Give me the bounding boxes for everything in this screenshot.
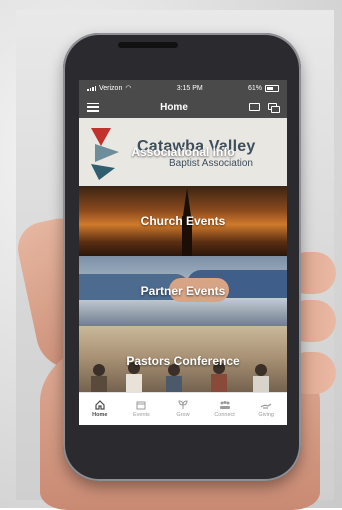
nav-home[interactable]: Home [81, 400, 119, 418]
nav-giving[interactable]: Giving [247, 400, 285, 418]
tile-church-events[interactable]: Church Events [79, 186, 287, 256]
carrier-label: Verizon [99, 84, 123, 92]
cast-icon[interactable] [248, 103, 260, 111]
nav-label: Connect [214, 412, 235, 418]
status-bar: Verizon ◠ 3:15 PM 61% [79, 80, 287, 96]
signal-icon [87, 85, 96, 91]
nav-label: Giving [258, 412, 274, 418]
status-right: 61% [247, 84, 279, 92]
phone-speaker [118, 42, 178, 48]
tile-label: Church Events [140, 214, 226, 228]
chat-icon[interactable] [267, 102, 280, 113]
nav-label: Grow [176, 412, 190, 418]
association-logo-icon [91, 128, 119, 180]
app-bar-actions [248, 102, 280, 113]
calendar-icon [136, 401, 146, 410]
nav-label: Home [92, 412, 108, 418]
tile-pastors-conference[interactable]: Pastors Conference [79, 326, 287, 396]
status-left: Verizon ◠ [87, 84, 131, 92]
tile-label: Partner Events [140, 284, 226, 298]
nav-connect[interactable]: Connect [206, 400, 244, 418]
nav-label: Events [132, 412, 150, 418]
sprout-icon [178, 400, 188, 409]
status-time: 3:15 PM [176, 84, 203, 92]
tile-label: Associational Info [131, 145, 235, 159]
logo-subtitle: Baptist Association [169, 158, 253, 169]
page-title: Home [160, 101, 188, 113]
nav-events[interactable]: Events [122, 400, 160, 418]
tile-label: Pastors Conference [126, 354, 240, 368]
menu-icon[interactable] [87, 102, 99, 112]
phone-screen: Verizon ◠ 3:15 PM 61% Home Catawba Valle… [79, 80, 287, 425]
nav-grow[interactable]: Grow [164, 400, 202, 418]
giving-icon [260, 403, 272, 409]
bottom-nav: Home Events Grow Connect Giving [79, 392, 287, 425]
battery-percent: 61% [247, 84, 262, 92]
people-icon [219, 401, 230, 409]
app-bar: Home [79, 96, 287, 118]
tile-associational-info[interactable]: Catawba Valley Baptist Association Assoc… [79, 118, 287, 186]
wifi-icon: ◠ [125, 85, 132, 92]
tile-partner-events[interactable]: Partner Events [79, 256, 287, 326]
home-icon [95, 400, 105, 410]
battery-icon [265, 84, 279, 92]
